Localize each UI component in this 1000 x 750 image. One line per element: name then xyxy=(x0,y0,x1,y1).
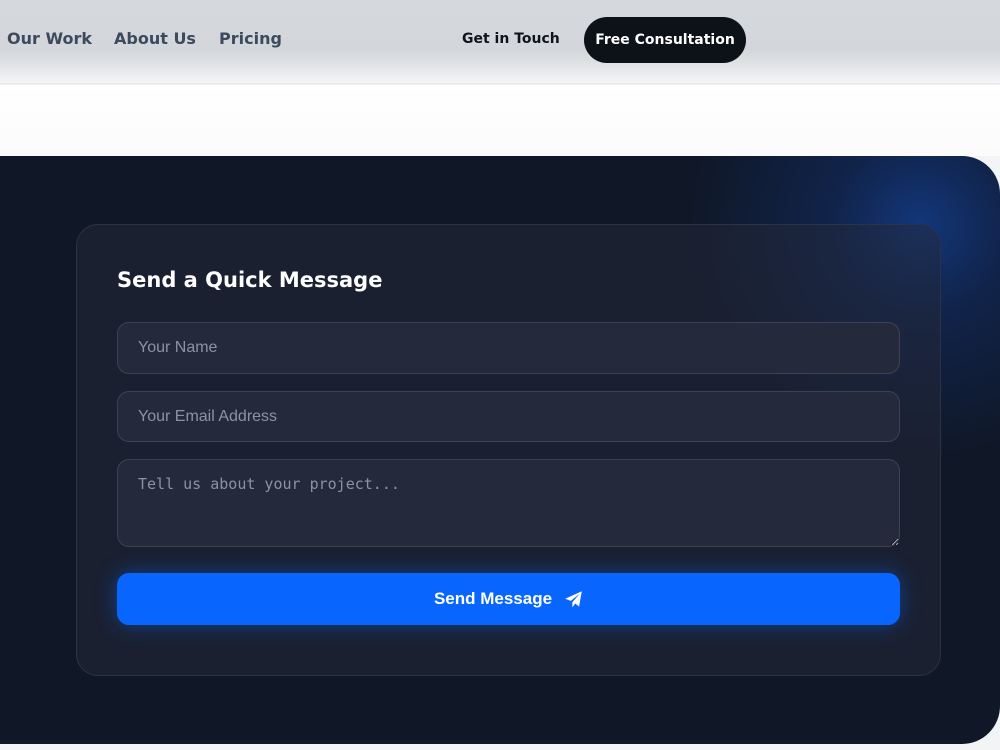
contact-form-card: Send a Quick Message Send Message xyxy=(76,224,941,676)
spacer-band xyxy=(0,85,1000,156)
email-input[interactable] xyxy=(117,391,900,442)
project-message-textarea[interactable] xyxy=(117,459,900,547)
send-message-label: Send Message xyxy=(433,589,553,608)
name-input[interactable] xyxy=(117,322,900,374)
nav-link-pricing[interactable]: Pricing xyxy=(219,29,282,48)
nav-link-our-work[interactable]: Our Work xyxy=(7,29,92,48)
page-bottom-strip xyxy=(0,744,1000,750)
nav-link-about-us[interactable]: About Us xyxy=(114,29,196,48)
form-title: Send a Quick Message xyxy=(117,268,383,292)
get-in-touch-link[interactable]: Get in Touch xyxy=(462,31,560,47)
paper-plane-icon xyxy=(564,590,583,609)
site-header: Our Work About Us Pricing Get in Touch F… xyxy=(0,0,1000,84)
contact-section: Send a Quick Message Send Message xyxy=(0,156,1000,744)
free-consultation-button[interactable]: Free Consultation xyxy=(584,17,746,63)
send-message-button[interactable]: Send Message xyxy=(117,573,900,625)
